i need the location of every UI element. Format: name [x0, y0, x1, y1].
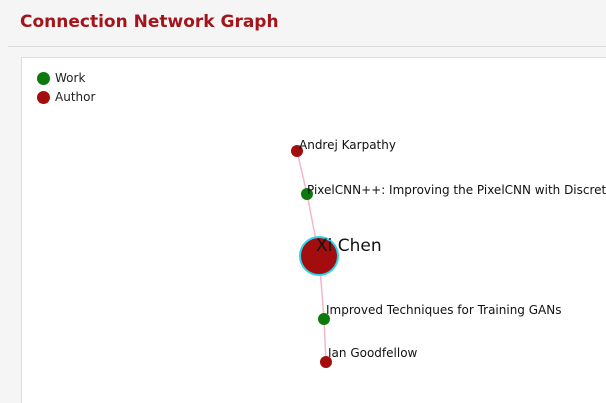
- graph-legend: Work Author: [37, 70, 95, 108]
- header-divider: [8, 46, 606, 47]
- graph-node-label-ian: Ian Goodfellow: [328, 346, 418, 360]
- network-graph[interactable]: Andrej Karpathy PixelCNN++: Improving the…: [22, 58, 606, 403]
- page: Connection Network Graph Andrej Karpathy…: [0, 0, 606, 403]
- graph-node-label-andrej: Andrej Karpathy: [299, 138, 396, 152]
- legend-item-work: Work: [37, 70, 95, 89]
- graph-node-label-gans: Improved Techniques for Training GANs: [326, 303, 561, 317]
- graph-node-label-xichen: Xi Chen: [316, 236, 382, 256]
- graph-edge-gans-ian: [323, 318, 327, 363]
- legend-item-author: Author: [37, 89, 95, 108]
- graph-edge-andrej-pixelcnn: [296, 150, 308, 195]
- legend-label-work: Work: [55, 71, 86, 85]
- panel-title: Connection Network Graph: [20, 12, 279, 32]
- graph-node-label-pixelcnn: PixelCNN++: Improving the PixelCNN with …: [307, 183, 606, 197]
- panel-header: Connection Network Graph: [8, 0, 606, 46]
- legend-label-author: Author: [55, 90, 96, 104]
- work-circle-icon: [37, 72, 50, 85]
- author-circle-icon: [37, 91, 50, 104]
- graph-panel[interactable]: Andrej Karpathy PixelCNN++: Improving the…: [21, 57, 606, 403]
